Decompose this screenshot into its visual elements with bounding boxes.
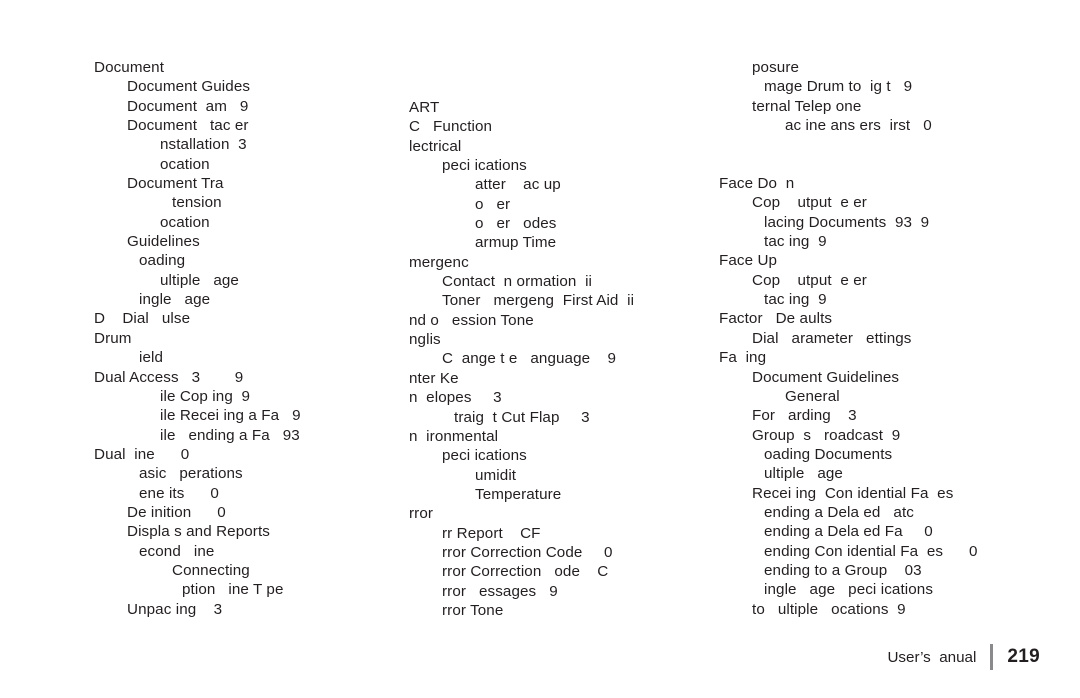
index-spacer: [719, 155, 1039, 174]
index-entry: nd o ession Tone: [409, 311, 534, 329]
index-entry: ield: [139, 349, 164, 367]
index-entry: Cop utput e er: [752, 194, 867, 212]
index-entry: Guidelines: [127, 233, 200, 251]
index-entry: ingle age peci ications: [764, 581, 934, 599]
index-entry: Face Up: [719, 252, 778, 270]
index-entry: rror Correction ode C: [442, 563, 609, 581]
index-entry: Document tac er: [127, 117, 249, 135]
index-entry: umidit: [475, 466, 517, 484]
index-entry: ene its 0: [139, 484, 219, 502]
index-entry: mergenc: [409, 253, 469, 271]
index-entry: Toner mergeng First Aid ii: [442, 292, 635, 310]
index-entry: oading: [139, 252, 186, 270]
index-entry: tension: [172, 194, 222, 212]
index-entry: Document Guides: [127, 78, 251, 96]
index-entry: Dial arameter ettings: [752, 329, 912, 347]
page-number: 219: [1007, 646, 1040, 667]
index-entry: rror: [409, 505, 434, 523]
index-entry: ending a Dela ed Fa 0: [764, 523, 933, 541]
index-entry: Face Do n: [719, 175, 795, 193]
index-entry: C Function: [409, 118, 493, 136]
index-entry: ultiple age: [764, 465, 843, 483]
index-entry: Document am 9: [127, 97, 249, 115]
index-entry: D Dial ulse: [94, 310, 191, 328]
index-entry: posure: [752, 59, 800, 76]
index-entry: ending Con idential Fa es 0: [764, 542, 978, 560]
index-entry: De inition 0: [127, 503, 226, 521]
index-entry: ending to a Group 03: [764, 561, 922, 579]
index-column-3: posure mage Drum to ig t 9 ternal Telep on…: [719, 58, 1039, 619]
index-entry: Displa s and Reports: [127, 523, 270, 541]
index-entry: to ultiple ocations 9: [752, 600, 906, 618]
index-entry: ART: [409, 99, 440, 116]
index-entry: Drum: [94, 329, 132, 347]
index-entry: peci ications: [442, 447, 527, 465]
index-entry: ocation: [160, 213, 210, 231]
index-entry: tac ing 9: [764, 233, 827, 251]
index-column-1: Document Document Guides Document am 9 Docu…: [94, 58, 394, 619]
index-entry: ac ine ans ers irst 0: [785, 117, 932, 135]
index-entry: o er: [475, 195, 511, 213]
index-entry: Dual ine 0: [94, 445, 190, 463]
index-entry: ption ine T pe: [182, 581, 284, 599]
index-entry: ending a Dela ed atc: [764, 503, 914, 521]
index-entry: Connecting: [172, 561, 250, 579]
index-entry: Recei ing Con idential Fa es: [752, 484, 954, 502]
index-entry: nglis: [409, 331, 441, 349]
index-page: Document Document Guides Document am 9 Docu…: [0, 0, 1080, 698]
index-entry: rror Tone: [442, 601, 504, 619]
footer-divider: [990, 644, 994, 670]
index-entry: Contact n ormation ii: [442, 273, 593, 291]
index-entry: oading Documents: [764, 445, 893, 463]
index-entry: ocation: [160, 155, 210, 173]
index-entry: rr Report CF: [442, 524, 541, 542]
index-entry: asic perations: [139, 465, 243, 483]
index-entry: armup Time: [475, 234, 557, 252]
index-entry: rror Correction Code 0: [442, 543, 613, 561]
index-entry: General: [785, 387, 840, 405]
index-entry: nstallation 3: [160, 136, 247, 154]
index-entry: lacing Documents 93 9: [764, 213, 930, 231]
index-column-2: ART C Function lectrical peci ications atter…: [409, 98, 709, 620]
page-footer: User’s anual 219: [887, 644, 1040, 670]
index-entry: o er odes: [475, 215, 557, 233]
index-entry: Factor De aults: [719, 310, 833, 328]
index-entry: ternal Telep one: [752, 97, 862, 115]
index-entry: Document Guidelines: [752, 368, 900, 386]
index-entry: atter ac up: [475, 176, 561, 194]
index-entry: Document Tra: [127, 175, 224, 193]
index-entry: ile ending a Fa 93: [160, 426, 300, 444]
index-entry: ile Recei ing a Fa 9: [160, 407, 301, 425]
index-entry: ultiple age: [160, 271, 239, 289]
index-entry: traig t Cut Flap 3: [454, 408, 590, 426]
index-entry: nter Ke: [409, 369, 459, 387]
index-spacer: [719, 135, 1039, 154]
index-entry: tac ing 9: [764, 291, 827, 309]
index-entry: Group s roadcast 9: [752, 426, 901, 444]
index-entry: ingle age: [139, 291, 211, 309]
index-entry: Unpac ing 3: [127, 600, 223, 618]
index-entry: lectrical: [409, 137, 462, 155]
index-entry: For arding 3: [752, 407, 857, 425]
index-entry: Cop utput e er: [752, 271, 867, 289]
index-entry: Temperature: [475, 485, 562, 503]
index-entry: econd ine: [139, 542, 215, 560]
index-entry: mage Drum to ig t 9: [764, 78, 913, 96]
index-entry: peci ications: [442, 157, 527, 175]
index-entry: n ironmental: [409, 427, 499, 445]
index-entry: C ange t e anguage 9: [442, 350, 617, 368]
index-entry: Fa ing: [719, 349, 767, 367]
index-entry: ile Cop ing 9: [160, 387, 251, 405]
footer-manual-label: User’s anual: [887, 648, 977, 666]
index-entry: n elopes 3: [409, 389, 502, 407]
index-entry: rror essages 9: [442, 582, 558, 600]
index-entry: Dual Access 3 9: [94, 368, 244, 386]
index-entry: Document: [94, 59, 165, 76]
